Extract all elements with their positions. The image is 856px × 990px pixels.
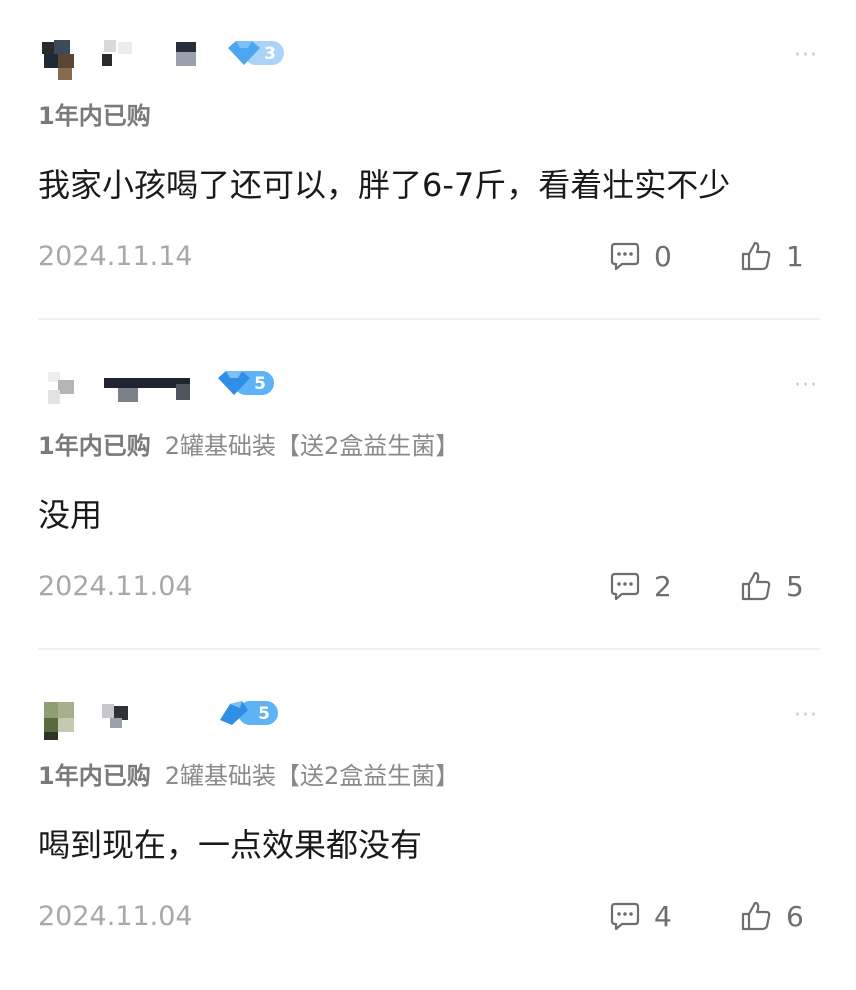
svg-text:3: 3 <box>264 44 276 64</box>
review-header: 3 ··· <box>38 36 818 80</box>
avatar[interactable] <box>38 696 198 744</box>
user-level-badge: 5 <box>218 700 278 726</box>
like-button[interactable]: 5 <box>740 568 804 604</box>
review-item: 3 ··· 1年内已购 我家小孩喝了还可以，胖了6-7斤，看着壮实不少 2024… <box>0 0 856 330</box>
comment-count: 2 <box>654 569 672 603</box>
review-date: 2024.11.14 <box>38 241 193 272</box>
review-item: 5 ··· 1年内已购 2罐基础装【送2盒益生菌】 没用 2024.11.04 2… <box>0 330 856 660</box>
comment-count: 4 <box>654 899 672 933</box>
more-dots-icon: ··· <box>794 43 818 68</box>
comment-count-button[interactable]: 2 <box>610 568 672 604</box>
like-button[interactable]: 6 <box>740 898 804 934</box>
more-options-button[interactable]: ··· <box>794 45 818 67</box>
review-date: 2024.11.04 <box>38 901 193 932</box>
avatar[interactable] <box>38 36 238 84</box>
comment-count: 0 <box>654 239 672 273</box>
purchase-info: 1年内已购 <box>38 100 165 132</box>
svg-text:5: 5 <box>254 374 266 394</box>
review-text: 喝到现在，一点效果都没有 <box>38 826 423 864</box>
diamond-level-icon: 5 <box>218 371 274 395</box>
purchase-info: 1年内已购 2罐基础装【送2盒益生菌】 <box>38 760 459 792</box>
comment-count-button[interactable]: 4 <box>610 898 672 934</box>
like-count: 6 <box>786 899 804 933</box>
review-item: 5 ··· 1年内已购 2罐基础装【送2盒益生菌】 喝到现在，一点效果都没有 20… <box>0 660 856 990</box>
review-text: 我家小孩喝了还可以，胖了6-7斤，看着壮实不少 <box>38 166 731 204</box>
thumbs-up-icon <box>741 241 771 271</box>
review-header: 5 ··· <box>38 366 818 406</box>
more-options-button[interactable]: ··· <box>794 375 818 397</box>
purchase-status: 1年内已购 <box>38 102 151 130</box>
comment-bubble-icon <box>610 902 640 931</box>
user-level-badge: 3 <box>226 40 286 66</box>
svg-text:5: 5 <box>258 704 270 724</box>
more-dots-icon: ··· <box>794 373 818 398</box>
diamond-level-icon: 5 <box>220 701 278 725</box>
more-options-button[interactable]: ··· <box>794 705 818 727</box>
diamond-level-icon: 3 <box>228 41 284 65</box>
comment-count-button[interactable]: 0 <box>610 238 672 274</box>
avatar[interactable] <box>38 366 198 414</box>
purchase-status: 1年内已购 <box>38 432 151 460</box>
review-text: 没用 <box>38 496 103 534</box>
like-count: 5 <box>786 569 804 603</box>
purchase-status: 1年内已购 <box>38 762 151 790</box>
more-dots-icon: ··· <box>794 703 818 728</box>
comment-bubble-icon <box>610 572 640 601</box>
like-count: 1 <box>786 239 804 273</box>
sku-label: 2罐基础装【送2盒益生菌】 <box>164 762 460 790</box>
review-header: 5 ··· <box>38 696 818 740</box>
divider <box>38 318 820 320</box>
divider <box>38 648 820 650</box>
thumbs-up-icon <box>741 901 771 931</box>
user-level-badge: 5 <box>216 370 276 396</box>
comment-bubble-icon <box>610 242 640 271</box>
sku-label: 2罐基础装【送2盒益生菌】 <box>164 432 460 460</box>
like-button[interactable]: 1 <box>740 238 804 274</box>
review-date: 2024.11.04 <box>38 571 193 602</box>
purchase-info: 1年内已购 2罐基础装【送2盒益生菌】 <box>38 430 459 462</box>
thumbs-up-icon <box>741 571 771 601</box>
